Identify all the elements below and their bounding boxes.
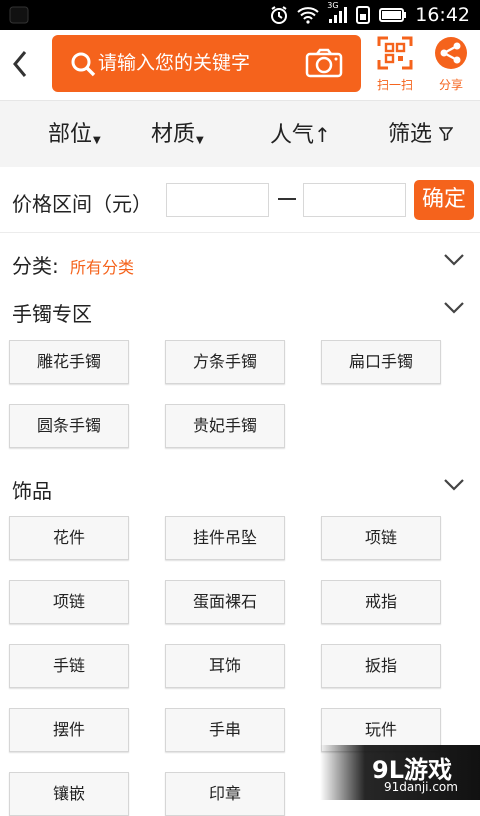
caret-down-icon: ▼ bbox=[196, 135, 204, 146]
share-icon bbox=[433, 37, 469, 74]
search-placeholder[interactable]: 请输入您的关键字 bbox=[98, 51, 250, 75]
network-type-label: 3G bbox=[327, 1, 339, 10]
tag-button[interactable]: 镶嵌 bbox=[9, 772, 129, 816]
price-range-dash bbox=[278, 198, 296, 200]
status-bar: 3G 16:42 bbox=[0, 0, 480, 30]
filter-material[interactable]: 材质▼ bbox=[151, 121, 204, 149]
category-value: 所有分类 bbox=[70, 258, 135, 277]
share-button[interactable]: 分享 bbox=[428, 36, 474, 93]
section-title: 手镯专区 bbox=[12, 302, 92, 326]
price-max-input[interactable] bbox=[303, 183, 406, 217]
filter-popularity-label: 人气 bbox=[270, 123, 315, 148]
filter-screen[interactable]: 筛选 bbox=[388, 121, 454, 149]
search-icon bbox=[70, 51, 96, 81]
camera-icon[interactable] bbox=[304, 47, 344, 83]
battery-icon bbox=[379, 4, 407, 26]
tag-button[interactable]: 耳饰 bbox=[165, 644, 285, 688]
category-label: 分类: bbox=[12, 254, 59, 278]
section-title: 饰品 bbox=[12, 479, 52, 503]
price-min-input[interactable] bbox=[166, 183, 269, 217]
qr-scan-icon bbox=[377, 36, 413, 74]
tag-button[interactable]: 雕花手镯 bbox=[9, 340, 129, 384]
watermark-url: 91danji.com bbox=[384, 780, 458, 794]
chevron-down-icon[interactable] bbox=[443, 477, 465, 496]
share-label: 分享 bbox=[438, 78, 463, 92]
sort-up-arrow-icon: ↑ bbox=[314, 123, 331, 147]
tag-button[interactable]: 手串 bbox=[165, 708, 285, 752]
category-row[interactable]: 分类: 所有分类 bbox=[0, 242, 480, 282]
top-bar: 请输入您的关键字 扫一扫 分享 bbox=[0, 30, 480, 101]
confirm-button[interactable]: 确定 bbox=[414, 180, 474, 220]
search-bar[interactable]: 请输入您的关键字 bbox=[52, 35, 361, 92]
price-range-label: 价格区间（元） bbox=[12, 192, 152, 216]
filter-position[interactable]: 部位▼ bbox=[48, 121, 101, 149]
caret-down-icon: ▼ bbox=[93, 135, 101, 146]
sim-icon bbox=[355, 4, 371, 26]
chevron-down-icon[interactable] bbox=[443, 300, 465, 319]
alarm-icon bbox=[269, 4, 289, 26]
scan-label: 扫一扫 bbox=[376, 78, 413, 92]
tag-button[interactable]: 扳指 bbox=[321, 644, 441, 688]
tag-button[interactable]: 扁口手镯 bbox=[321, 340, 441, 384]
tag-button[interactable]: 摆件 bbox=[9, 708, 129, 752]
back-arrow-icon[interactable] bbox=[10, 48, 30, 80]
tag-button[interactable]: 蛋面裸石 bbox=[165, 580, 285, 624]
clock: 16:42 bbox=[415, 4, 470, 26]
filter-popularity[interactable]: 人气↑ bbox=[270, 121, 331, 150]
filter-material-label: 材质 bbox=[151, 122, 196, 147]
tag-button[interactable]: 项链 bbox=[321, 516, 441, 560]
section-header-bracelets[interactable]: 手镯专区 bbox=[0, 290, 480, 330]
chevron-down-icon[interactable] bbox=[443, 252, 465, 271]
filter-funnel-icon bbox=[438, 122, 454, 147]
wifi-icon bbox=[297, 4, 319, 26]
filter-bar: 部位▼ 材质▼ 人气↑ 筛选 bbox=[0, 101, 480, 167]
tag-button[interactable]: 项链 bbox=[9, 580, 129, 624]
tag-button[interactable]: 戒指 bbox=[321, 580, 441, 624]
signal-icon: 3G bbox=[327, 1, 348, 26]
filter-screen-label: 筛选 bbox=[388, 122, 433, 147]
tag-button[interactable]: 挂件吊坠 bbox=[165, 516, 285, 560]
tag-button[interactable]: 圆条手镯 bbox=[9, 404, 129, 448]
filter-position-label: 部位 bbox=[48, 122, 93, 147]
tag-button[interactable]: 印章 bbox=[165, 772, 285, 816]
tag-button[interactable]: 方条手镯 bbox=[165, 340, 285, 384]
scan-button[interactable]: 扫一扫 bbox=[372, 36, 418, 93]
tag-button[interactable]: 手链 bbox=[9, 644, 129, 688]
tag-button[interactable]: 花件 bbox=[9, 516, 129, 560]
tag-button[interactable]: 贵妃手镯 bbox=[165, 404, 285, 448]
section-header-accessories[interactable]: 饰品 bbox=[0, 467, 480, 507]
price-range-row: 价格区间（元） 确定 bbox=[0, 168, 480, 233]
app-notification-icon bbox=[8, 4, 30, 30]
